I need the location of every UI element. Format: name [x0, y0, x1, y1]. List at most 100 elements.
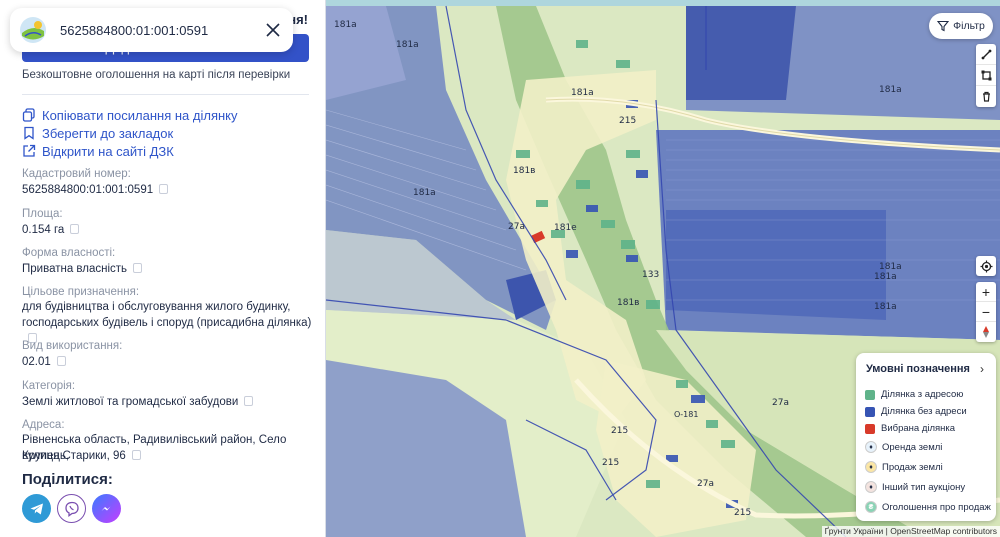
- legend-label: Оренда землі: [882, 441, 943, 453]
- purpose-line2: господарських будівель і споруд (присади…: [22, 317, 312, 329]
- draw-toolbar: [976, 44, 996, 107]
- parcel-label: 27а: [697, 479, 714, 489]
- filter-label: Фільтр: [953, 20, 985, 32]
- parcel-label: 215: [611, 426, 629, 436]
- share-buttons: [22, 494, 121, 523]
- parcel-label: 181а: [413, 188, 436, 198]
- locate-icon: [980, 260, 992, 272]
- category-text: Землі житлової та громадської забудови: [22, 396, 239, 408]
- map-canvas[interactable]: 181а 181а 181а 181а 181а 181а 181а 181а …: [326, 0, 1000, 537]
- line-icon: [981, 49, 991, 59]
- telegram-share-button[interactable]: [22, 494, 51, 523]
- legend-item-no-address: Ділянка без адреси: [865, 406, 967, 417]
- viber-icon: [64, 501, 79, 517]
- legend-label: Вибрана ділянка: [881, 423, 956, 434]
- telegram-icon: [30, 503, 43, 514]
- copy-icon[interactable]: [70, 223, 80, 234]
- bookmark-action[interactable]: Зберегти до закладок: [22, 124, 238, 142]
- copy-icon[interactable]: [131, 449, 141, 460]
- copy-icon[interactable]: [244, 395, 254, 406]
- copy-icon: [22, 108, 35, 122]
- draw-line-tool[interactable]: [976, 44, 996, 65]
- parcel-actions: Копіювати посилання на ділянку Зберегти …: [22, 106, 238, 160]
- address-value: вулиця Старики, 96: [22, 448, 141, 464]
- parcel-label: 215: [619, 116, 637, 126]
- ownership-value: Приватна власність: [22, 261, 143, 277]
- search-input[interactable]: 5625884800:01:001:0591: [60, 23, 208, 38]
- divider: [22, 94, 309, 95]
- area-value: 0.154 га: [22, 222, 80, 238]
- copy-link-label: Копіювати посилання на ділянку: [42, 107, 238, 123]
- map-legend: Умовні позначення › Ділянка з адресою Ді…: [856, 353, 996, 521]
- bookmark-icon: [24, 126, 34, 140]
- copy-icon[interactable]: [56, 355, 66, 366]
- parcel-label: 27а: [772, 398, 789, 408]
- legend-item-listing: ₴ Оголошення про продаж: [865, 501, 991, 513]
- parcel-label: 215: [602, 458, 620, 468]
- viber-share-button[interactable]: [57, 494, 86, 523]
- cadastral-label: Кадастровий номер:: [22, 168, 131, 180]
- map-attribution[interactable]: Ґрунти України | OpenStreetMap contribut…: [821, 526, 1000, 537]
- category-label: Категорія:: [22, 380, 76, 392]
- open-dzk-label: Відкрити на сайті ДЗК: [42, 143, 174, 159]
- legend-item-selected: Вибрана ділянка: [865, 423, 955, 434]
- filter-button[interactable]: Фільтр: [929, 13, 993, 39]
- road-label: О-181: [674, 410, 699, 419]
- zoom-in-button[interactable]: +: [976, 282, 996, 302]
- legend-label: Ділянка без адреси: [881, 406, 967, 417]
- legend-item-rent: ♦ Оренда землі: [865, 441, 942, 453]
- zoom-controls: + −: [976, 282, 996, 342]
- usage-value: 02.01: [22, 354, 66, 370]
- app-logo-icon: [20, 17, 46, 43]
- parcel-info-panel: ня! Додати оголошення Безкоштовне оголош…: [0, 0, 326, 537]
- address-line2: вулиця Старики, 96: [22, 450, 126, 462]
- draw-polygon-tool[interactable]: [976, 65, 996, 86]
- parcel-label: 181а: [396, 40, 419, 50]
- parcel-label: 181а: [334, 20, 357, 30]
- legend-label: Інший тип аукціону: [882, 481, 966, 493]
- geolocate-button[interactable]: [976, 256, 996, 276]
- purpose-label: Цільове призначення:: [22, 286, 140, 298]
- listing-icon: ₴: [865, 501, 877, 513]
- parcel-label: 181в: [513, 166, 536, 176]
- parcel-label: 181а: [874, 302, 897, 312]
- compass-icon: [983, 326, 989, 338]
- area-label: Площа:: [22, 208, 63, 220]
- chevron-right-icon[interactable]: ›: [980, 362, 984, 376]
- parcel-label: 181в: [617, 298, 640, 308]
- legend-swatch: [865, 389, 875, 400]
- legend-item-auction: ♦ Інший тип аукціону: [865, 481, 965, 493]
- zoom-out-button[interactable]: −: [976, 302, 996, 322]
- legend-swatch: [865, 406, 875, 417]
- parcel-label: 181а: [879, 85, 902, 95]
- close-icon[interactable]: [265, 22, 281, 38]
- search-bar: 5625884800:01:001:0591: [10, 8, 293, 52]
- parcel-label: 27а: [508, 222, 525, 232]
- copy-link-action[interactable]: Копіювати посилання на ділянку: [22, 106, 238, 124]
- rent-icon: ♦: [865, 441, 877, 453]
- legend-label: Продаж землі: [882, 461, 943, 473]
- ownership-label: Форма власності:: [22, 247, 116, 259]
- sale-icon: ♦: [865, 461, 877, 473]
- copy-icon[interactable]: [159, 183, 169, 194]
- copy-icon[interactable]: [133, 262, 143, 273]
- category-value: Землі житлової та громадської забудови: [22, 394, 254, 410]
- address-label: Адреса:: [22, 419, 65, 431]
- usage-text: 02.01: [22, 356, 51, 368]
- delete-tool[interactable]: [976, 86, 996, 107]
- messenger-share-button[interactable]: [92, 494, 121, 523]
- purpose-line1: для будівництва і обслуговування жилого …: [22, 301, 291, 313]
- legend-item-with-address: Ділянка з адресою: [865, 389, 963, 400]
- bookmark-label: Зберегти до закладок: [42, 125, 174, 141]
- auction-icon: ♦: [865, 481, 877, 493]
- area-text: 0.154 га: [22, 224, 65, 236]
- usage-label: Вид використання:: [22, 340, 123, 352]
- legend-label: Оголошення про продаж: [882, 501, 991, 513]
- share-title: Поділитися:: [22, 471, 113, 488]
- compass-button[interactable]: [976, 322, 996, 342]
- open-dzk-action[interactable]: Відкрити на сайті ДЗК: [22, 142, 238, 160]
- legend-title: Умовні позначення: [866, 363, 970, 375]
- cadastral-number: 5625884800:01:001:0591: [22, 184, 154, 196]
- legend-label: Ділянка з адресою: [881, 389, 964, 400]
- parcel-label: 215: [734, 508, 752, 518]
